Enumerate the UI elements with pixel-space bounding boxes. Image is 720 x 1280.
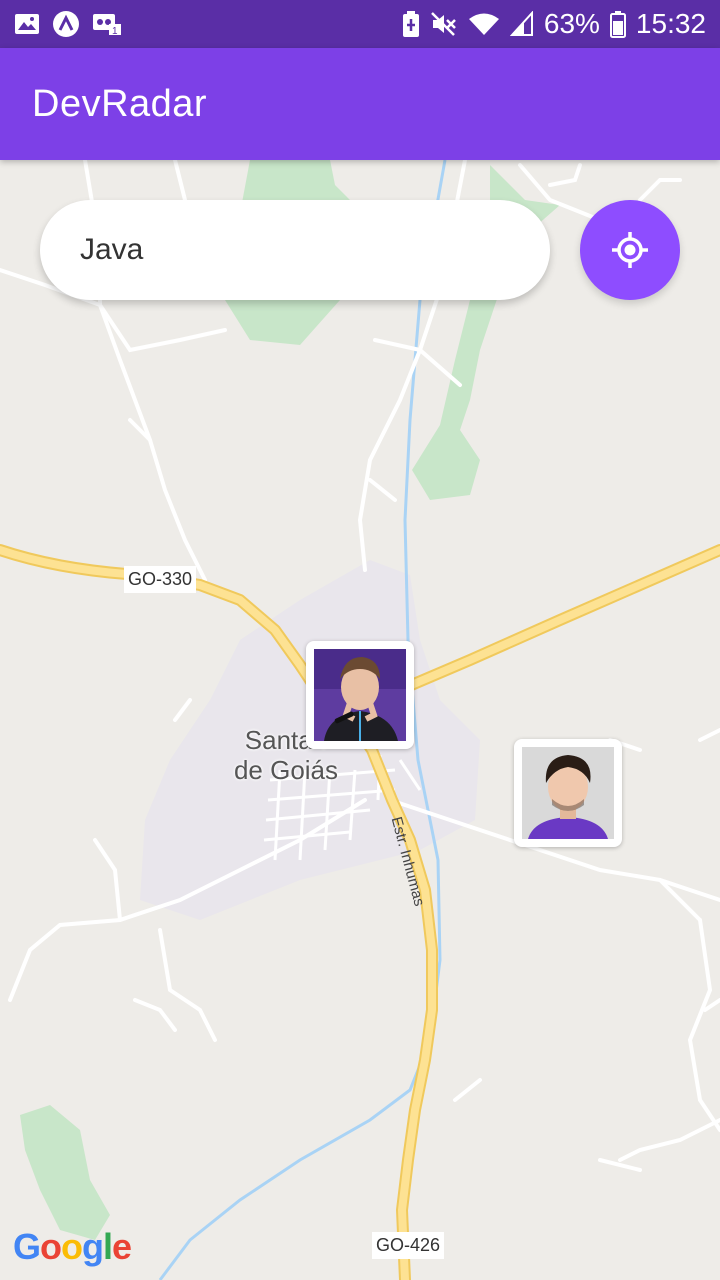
signal-icon <box>509 11 534 37</box>
clock: 15:32 <box>635 8 706 39</box>
battery-percent: 63% <box>543 8 600 39</box>
accessibility-icon <box>52 10 80 38</box>
search-input[interactable] <box>40 200 550 300</box>
battery-icon <box>609 10 626 38</box>
developer-marker-2[interactable] <box>514 739 622 847</box>
svg-text:1: 1 <box>112 26 118 36</box>
road-label-go330: GO-330 <box>124 566 197 593</box>
mute-icon <box>430 11 458 37</box>
wifi-icon <box>468 11 500 37</box>
status-bar: 1 63% 15:32 <box>0 0 720 48</box>
developer-marker-1[interactable] <box>306 641 414 749</box>
road-label-go426: GO-426 <box>372 1232 445 1259</box>
my-location-icon <box>612 232 648 268</box>
voicemail-icon: 1 <box>92 12 122 36</box>
app-bar: DevRadar <box>0 48 720 160</box>
app-title: DevRadar <box>32 82 208 125</box>
battery-saver-icon <box>402 10 420 38</box>
image-icon <box>14 12 40 36</box>
developer-avatar-2 <box>522 747 614 839</box>
google-logo: Google <box>13 1226 132 1267</box>
developer-avatar-1 <box>314 649 406 741</box>
town-label-line2: de Goiás <box>233 755 339 785</box>
locate-button[interactable] <box>580 200 680 300</box>
map-view[interactable]: GO-330 GO-426 Estr. Inhumas Santa I de G… <box>0 160 720 1280</box>
